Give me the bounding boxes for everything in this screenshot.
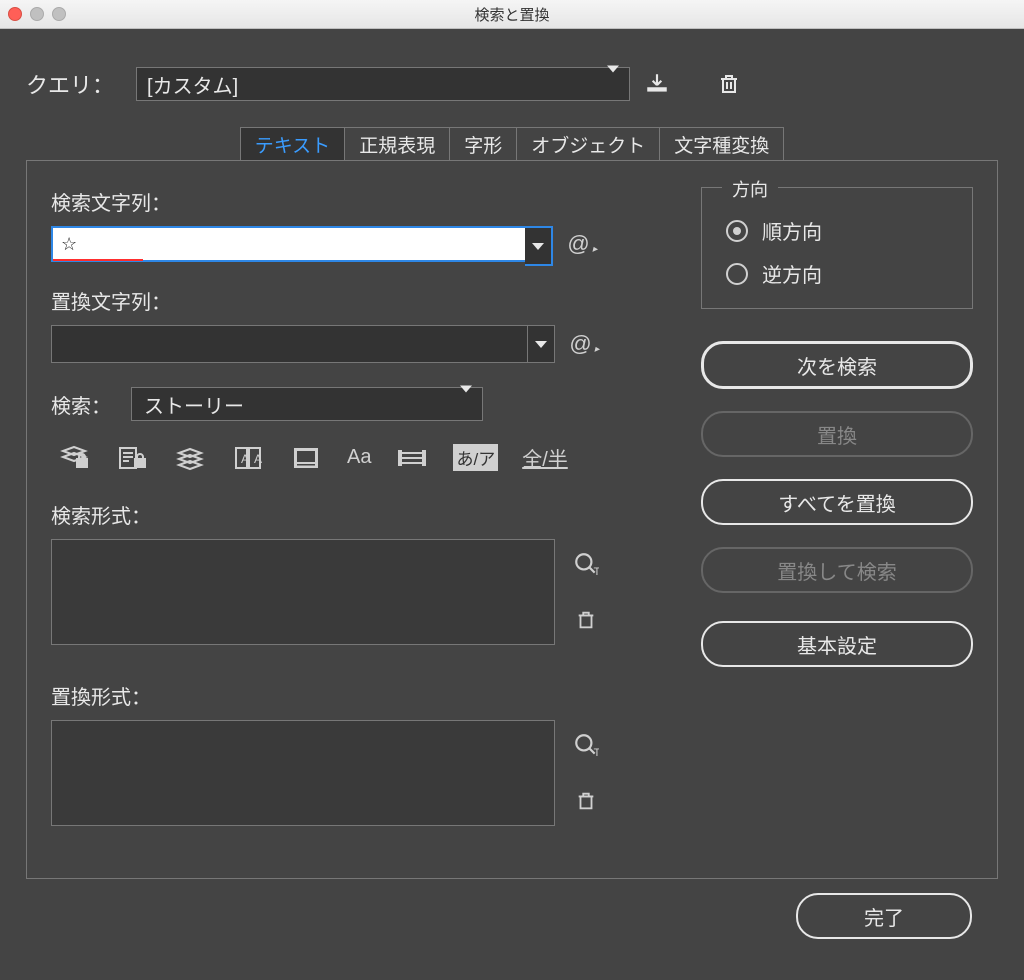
find-input-wrap (51, 226, 553, 262)
change-all-button[interactable]: すべてを置換 (701, 479, 973, 525)
radio-forward-label: 順方向 (762, 216, 822, 245)
delete-query-icon[interactable] (714, 69, 744, 99)
right-column: 方向 順方向 逆方向 次を検索 置換 すべてを置換 置換して検索 基本設定 (701, 187, 973, 826)
svg-text:T: T (594, 747, 599, 758)
tab-text[interactable]: テキスト (240, 127, 345, 160)
window-title: 検索と置換 (0, 4, 1024, 25)
specify-find-format-icon[interactable]: T (571, 549, 601, 579)
specify-change-format-icon[interactable]: T (571, 730, 601, 760)
whole-word-icon[interactable] (395, 444, 429, 472)
find-format-side: T (571, 539, 601, 645)
tab-transliterate[interactable]: 文字種変換 (659, 127, 784, 160)
query-select[interactable]: [カスタム] (136, 67, 630, 101)
find-format-label: 検索形式： (51, 500, 671, 529)
find-format-box: T (51, 539, 671, 645)
svg-text:T: T (594, 566, 599, 577)
option-icons: AA Aa あ/ア 全/半 (51, 443, 671, 472)
change-row: @▸ (51, 325, 671, 363)
left-column: 検索文字列： @▸ 置換文字列： @▸ (51, 187, 671, 826)
svg-text:A: A (254, 452, 262, 466)
scope-select[interactable]: ストーリー (131, 387, 483, 421)
radio-forward[interactable]: 順方向 (726, 216, 948, 245)
scope-label: 検索： (51, 390, 111, 419)
direction-legend: 方向 (722, 176, 778, 202)
window-close-icon[interactable] (8, 7, 22, 21)
special-char-menu-icon[interactable]: @▸ (569, 331, 591, 357)
tab-panel: 検索文字列： @▸ 置換文字列： @▸ (26, 160, 998, 879)
clear-change-format-icon[interactable] (571, 786, 601, 816)
query-label: クエリ： (26, 68, 114, 100)
done-button[interactable]: 完了 (796, 893, 972, 939)
change-format-label: 置換形式： (51, 681, 671, 710)
radio-icon (726, 220, 748, 242)
radio-backward-label: 逆方向 (762, 259, 822, 288)
include-locked-stories-icon[interactable] (115, 444, 149, 472)
tab-object[interactable]: オブジェクト (516, 127, 660, 160)
find-row: @▸ (51, 226, 671, 262)
include-locked-layers-icon[interactable] (57, 444, 91, 472)
special-char-menu-icon[interactable]: @▸ (567, 231, 589, 257)
chevron-down-icon (607, 73, 619, 96)
scope-row: 検索： ストーリー (51, 387, 671, 421)
titlebar: 検索と置換 (0, 0, 1024, 29)
traffic-lights (8, 7, 66, 21)
tab-row: テキスト 正規表現 字形 オブジェクト 文字種変換 (26, 127, 998, 160)
find-format-area[interactable] (51, 539, 555, 645)
case-sensitive-icon[interactable]: Aa (347, 446, 371, 469)
change-input-menu[interactable] (527, 326, 554, 362)
done-row: 完了 (26, 879, 998, 939)
chevron-down-icon (535, 341, 547, 348)
scope-select-value: ストーリー (144, 390, 244, 419)
find-input-menu[interactable] (525, 226, 553, 266)
radio-backward[interactable]: 逆方向 (726, 259, 948, 288)
tab-regex[interactable]: 正規表現 (344, 127, 450, 160)
query-row: クエリ： [カスタム] (26, 67, 998, 101)
chevron-down-icon (460, 393, 472, 416)
include-footnotes-icon[interactable] (289, 444, 323, 472)
change-input[interactable] (51, 325, 555, 363)
change-format-area[interactable] (51, 720, 555, 826)
change-button: 置換 (701, 411, 973, 457)
find-next-button[interactable]: 次を検索 (701, 341, 973, 389)
kana-sensitive-icon[interactable]: あ/ア (453, 444, 498, 471)
change-format-side: T (571, 720, 601, 826)
window-zoom-icon (52, 7, 66, 21)
svg-text:A: A (241, 452, 249, 466)
radio-icon (726, 263, 748, 285)
change-label: 置換文字列： (51, 286, 671, 315)
fewer-options-button[interactable]: 基本設定 (701, 621, 973, 667)
save-query-icon[interactable] (642, 69, 672, 99)
change-format-box: T (51, 720, 671, 826)
width-sensitive-icon[interactable]: 全/半 (522, 443, 568, 472)
include-master-pages-icon[interactable]: AA (231, 444, 265, 472)
change-find-button: 置換して検索 (701, 547, 973, 593)
clear-find-format-icon[interactable] (571, 605, 601, 635)
find-change-window: 検索と置換 クエリ： [カスタム] テキスト 正規表現 字形 オブジェクト 文字… (0, 0, 1024, 980)
window-minimize-icon (30, 7, 44, 21)
find-input[interactable] (51, 226, 527, 262)
tab-glyph[interactable]: 字形 (449, 127, 517, 160)
chevron-down-icon (532, 243, 544, 250)
include-hidden-layers-icon[interactable] (173, 444, 207, 472)
query-select-value: [カスタム] (147, 70, 238, 99)
direction-group: 方向 順方向 逆方向 (701, 187, 973, 309)
spellcheck-underline (53, 259, 143, 261)
content-area: クエリ： [カスタム] テキスト 正規表現 字形 オブジェクト 文字種変換 検索… (0, 29, 1024, 980)
find-label: 検索文字列： (51, 187, 671, 216)
